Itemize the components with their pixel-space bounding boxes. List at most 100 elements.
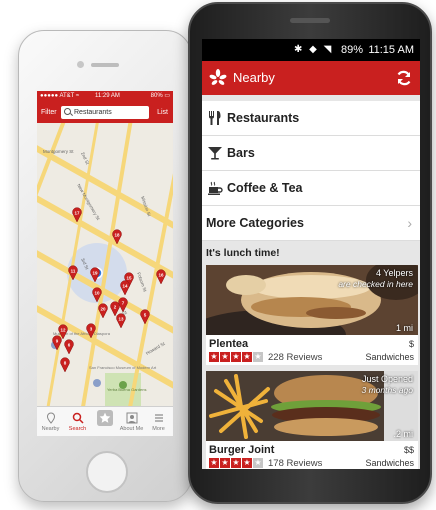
new-badge: Just Opened <box>361 374 413 384</box>
pin-label: 15 <box>126 276 132 281</box>
price-level: $$ <box>403 445 414 455</box>
business-name: Burger Joint <box>209 444 275 456</box>
star-icon <box>96 410 113 426</box>
star-icon: ★ <box>209 458 219 468</box>
tab-label: Search <box>68 426 87 432</box>
search-icon <box>72 412 84 424</box>
iphone-tab-bar: Nearby Search About Me More <box>37 406 173 436</box>
search-value: Restaurants <box>74 109 112 116</box>
iphone-device: ●●●●● AT&T ≈ 11:29 AM 80% ▭ Filter Resta… <box>18 30 192 502</box>
park-icon <box>119 381 127 389</box>
profile-icon <box>126 412 137 424</box>
pin-label: 20 <box>100 307 106 312</box>
pin-label: 12 <box>60 328 66 333</box>
star-icon: ★ <box>220 352 230 362</box>
search-icon <box>64 108 71 115</box>
tab-label: Nearby <box>41 426 60 432</box>
speaker-grille <box>91 63 119 67</box>
category-coffee-tea[interactable]: Coffee & Tea <box>202 171 420 206</box>
coffee-icon <box>208 181 223 195</box>
pin-label: 18 <box>114 233 120 238</box>
iphone-status-bar: ●●●●● AT&T ≈ 11:29 AM 80% ▭ <box>37 91 173 102</box>
android-status-bar: ✱ ◆ ◥ 89% 11:15 AM <box>202 39 420 61</box>
android-screen: ✱ ◆ ◥ 89% 11:15 AM Nearby Restaurants Ba… <box>202 39 420 469</box>
iphone-screen: ●●●●● AT&T ≈ 11:29 AM 80% ▭ Filter Resta… <box>37 91 173 436</box>
carrier-label: ●●●●● AT&T ≈ <box>40 93 80 99</box>
pin-label: 17 <box>74 211 80 216</box>
business-name: Plentea <box>209 338 249 350</box>
checkin-count: 4 Yelpers <box>375 268 413 278</box>
iphone-nav-bar: Filter Restaurants List <box>37 102 173 123</box>
tab-search[interactable]: Search <box>64 407 91 436</box>
street-label: Montgomery St <box>43 149 74 154</box>
star-icon: ★ <box>242 352 252 362</box>
nearby-icon <box>46 412 55 424</box>
refresh-icon[interactable] <box>395 69 413 87</box>
category-label: More Categories <box>206 216 304 230</box>
star-icon: ★ <box>220 458 230 468</box>
category-restaurants[interactable]: Restaurants <box>202 101 420 136</box>
pin-label: 10 <box>94 291 100 296</box>
battery-label: 89% <box>341 44 364 56</box>
pin-label: 16 <box>158 273 164 278</box>
battery-label: 80% ▭ <box>150 93 170 99</box>
star-icon: ★ <box>209 352 219 362</box>
pin-label: 11 <box>71 269 76 274</box>
pin-label: 19 <box>92 271 98 276</box>
review-count: 178 Reviews <box>268 458 323 469</box>
map-view[interactable]: Montgomery St 2nd St New Montgomery St Miss… <box>37 123 173 406</box>
search-input[interactable]: Restaurants <box>61 106 149 119</box>
status-time: 11:15 AM <box>368 44 414 56</box>
business-card-burger-joint[interactable]: Just Opened 3 months ago .2 mi Burger Jo… <box>206 371 418 469</box>
category-more[interactable]: More Categories › <box>202 206 420 241</box>
speaker-grille <box>290 18 330 23</box>
camera-icon <box>77 61 84 68</box>
android-action-bar: Nearby <box>202 61 420 95</box>
yelp-logo-icon[interactable] <box>209 69 227 87</box>
category-bars[interactable]: Bars <box>202 136 420 171</box>
chevron-right-icon: › <box>407 215 412 231</box>
review-count: 228 Reviews <box>268 352 323 363</box>
home-button[interactable] <box>86 451 128 493</box>
category-list: Restaurants Bars Coffee & Tea More Categ… <box>202 101 420 241</box>
tab-check-in[interactable] <box>91 407 118 436</box>
poi-label: San Francisco Museum of Modern Art <box>89 365 157 370</box>
more-icon <box>154 414 163 422</box>
business-category: Sandwiches <box>365 458 414 468</box>
star-icon: ★ <box>231 352 241 362</box>
pin-label: 13 <box>118 317 124 322</box>
martini-icon <box>208 147 222 160</box>
tab-about-me[interactable]: About Me <box>118 407 145 436</box>
fork-knife-icon <box>209 111 221 125</box>
map-canvas[interactable]: Montgomery St 2nd StNew Montgomery St Miss… <box>37 123 173 406</box>
status-icons: ✱ ◆ ◥ <box>294 44 334 55</box>
category-label: Restaurants <box>227 111 300 125</box>
tab-nearby[interactable]: Nearby <box>37 407 64 436</box>
museum-icon <box>93 379 101 387</box>
price-level: $ <box>408 339 414 349</box>
star-icon: ★ <box>253 458 263 468</box>
status-time: 11:29 AM <box>95 93 120 99</box>
page-title: Nearby <box>233 70 275 85</box>
distance-label: 1 mi <box>395 323 413 333</box>
star-icon: ★ <box>253 352 263 362</box>
distance-label: .2 mi <box>393 429 413 439</box>
opened-note: 3 months ago <box>361 385 413 395</box>
category-label: Coffee & Tea <box>227 181 303 195</box>
poi-label: Yerba Buena Gardens <box>107 387 146 392</box>
checkin-note: are checked in here <box>338 279 413 289</box>
business-category: Sandwiches <box>365 352 414 362</box>
section-title: It's lunch time! <box>206 247 280 259</box>
pin-label: 14 <box>122 284 128 289</box>
tab-label: About Me <box>119 426 144 432</box>
category-label: Bars <box>227 146 255 160</box>
star-icon: ★ <box>242 458 252 468</box>
star-icon: ★ <box>231 458 241 468</box>
business-card-plentea[interactable]: 4 Yelpers are checked in here 1 mi Plent… <box>206 265 418 365</box>
list-button[interactable]: List <box>157 107 168 118</box>
android-device: ✱ ◆ ◥ 89% 11:15 AM Nearby Restaurants Ba… <box>188 2 432 504</box>
tab-label: More <box>152 426 165 432</box>
filter-button[interactable]: Filter <box>41 107 57 118</box>
tab-more[interactable]: More <box>145 407 172 436</box>
star-rating: ★ ★ ★ ★ ★ <box>209 458 264 468</box>
